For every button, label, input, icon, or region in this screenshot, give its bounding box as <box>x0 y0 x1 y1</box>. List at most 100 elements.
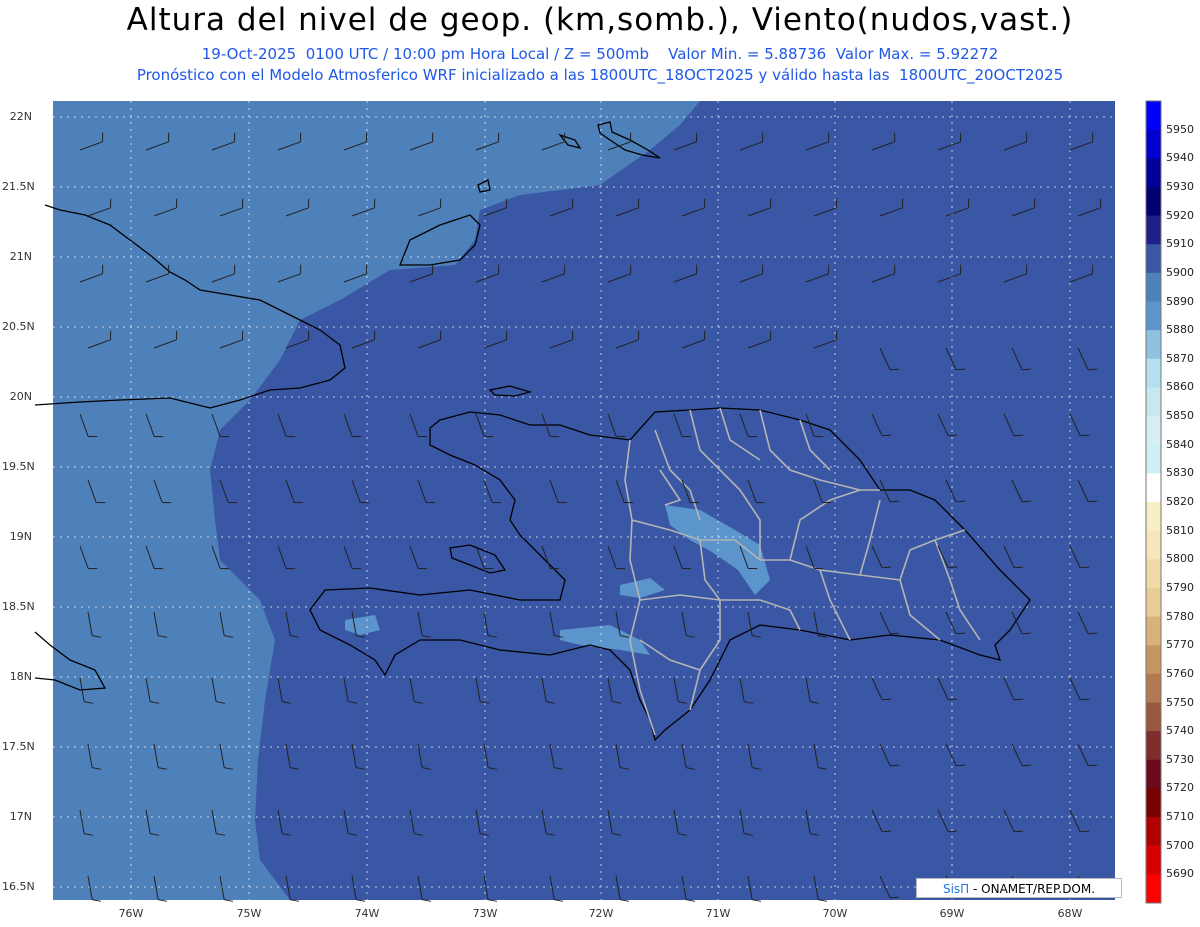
colorbar-swatch <box>1146 587 1161 618</box>
colorbar-swatch <box>1146 272 1161 302</box>
wind-barb-flag <box>890 500 900 503</box>
wind-barb-flag <box>1022 764 1032 767</box>
lon-label: 71W <box>705 907 731 920</box>
colorbar-swatch <box>1146 158 1161 188</box>
wind-barb-flag <box>890 368 900 371</box>
colorbar-label: 5790 <box>1166 580 1194 594</box>
forecast-map <box>34 100 1162 904</box>
wind-barb-flag <box>1014 566 1024 569</box>
colorbar-swatch <box>1146 101 1161 131</box>
wind-barb-flag <box>948 698 958 701</box>
lon-label: 76W <box>118 907 144 920</box>
lat-label: 19N <box>9 530 32 543</box>
wind-barb-flag <box>948 830 958 833</box>
colorbar-swatch <box>1146 702 1161 732</box>
lat-label: 20N <box>9 390 32 403</box>
lon-label: 70W <box>822 907 848 920</box>
wind-barb-flag <box>1080 566 1090 569</box>
colorbar-swatch <box>1146 301 1161 331</box>
colorbar-label: 5940 <box>1166 151 1194 165</box>
lon-label: 74W <box>354 907 380 920</box>
colorbar-label: 5910 <box>1166 237 1194 251</box>
credit-text: - ONAMET/REP.DOM. <box>969 882 1096 896</box>
lon-label: 72W <box>588 907 614 920</box>
lat-label: 18N <box>9 670 32 683</box>
colorbar-label: 5930 <box>1166 179 1194 193</box>
wind-barb-flag <box>1088 764 1098 767</box>
colorbar-label: 5740 <box>1166 724 1194 738</box>
colorbar-swatch <box>1146 330 1161 360</box>
colorbar-swatch <box>1146 759 1161 789</box>
wind-barb-flag <box>882 434 892 437</box>
colorbar-swatch <box>1146 244 1161 274</box>
wind-barb-flag <box>1088 632 1098 635</box>
colorbar-label: 5860 <box>1166 380 1194 394</box>
colorbar-label: 5900 <box>1166 265 1194 279</box>
credit-brand: SisΠ <box>942 882 970 896</box>
lon-label: 68W <box>1057 907 1083 920</box>
colorbar-swatch <box>1146 845 1161 875</box>
map-title: Altura del nivel de geop. (km,somb.), Vi… <box>126 2 1074 38</box>
wind-barb-flag <box>890 632 900 635</box>
wind-barb-flag <box>1022 500 1032 503</box>
colorbar-swatch <box>1146 129 1161 159</box>
lat-label: 17.5N <box>2 740 35 753</box>
colorbar-label: 5870 <box>1166 351 1194 365</box>
colorbar-swatch <box>1146 874 1161 904</box>
colorbar-swatch <box>1146 416 1161 446</box>
lon-label: 73W <box>472 907 498 920</box>
colorbar-swatch <box>1146 215 1161 245</box>
wind-barb-flag <box>956 764 966 767</box>
colorbar-swatch <box>1146 530 1161 560</box>
wind-barb-flag <box>1014 830 1024 833</box>
colorbar-swatch <box>1146 387 1161 417</box>
colorbar-label: 5800 <box>1166 552 1194 566</box>
lat-label: 21N <box>9 250 32 263</box>
credit-box: SisΠ - ONAMET/REP.DOM. <box>916 878 1122 898</box>
lon-label: 75W <box>236 907 262 920</box>
colorbar-label: 5690 <box>1166 867 1194 881</box>
colorbar-label: 5880 <box>1166 323 1194 337</box>
wind-barb-flag <box>1022 368 1032 371</box>
wind-barb-flag <box>1080 698 1090 701</box>
wind-barb-flag <box>890 764 900 767</box>
lat-label: 19.5N <box>2 460 35 473</box>
wind-barb-flag <box>956 632 966 635</box>
wind-barb-flag <box>948 566 958 569</box>
lon-label: 69W <box>939 907 965 920</box>
colorbar-label: 5840 <box>1166 437 1194 451</box>
colorbar-swatch <box>1146 502 1161 532</box>
wind-barb-flag <box>1014 434 1024 437</box>
colorbar-label: 5890 <box>1166 294 1194 308</box>
lat-label: 22N <box>9 110 32 123</box>
colorbar-label: 5780 <box>1166 609 1194 623</box>
colorbar-label: 5820 <box>1166 495 1194 508</box>
colorbar-label: 5700 <box>1166 838 1194 852</box>
lat-label: 21.5N <box>2 180 35 193</box>
lat-label: 20.5N <box>2 320 35 333</box>
colorbar-swatch <box>1146 358 1161 388</box>
colorbar-swatch <box>1146 186 1161 217</box>
lat-label: 18.5N <box>2 600 35 613</box>
colorbar <box>1145 100 1162 904</box>
wind-barb-flag <box>1014 698 1024 701</box>
colorbar-swatch <box>1146 645 1161 675</box>
wind-barb-flag <box>956 368 966 371</box>
wind-barb-flag <box>1022 632 1032 635</box>
colorbar-label: 5710 <box>1166 810 1194 824</box>
wind-barb-flag <box>890 896 900 899</box>
valid-time-subtitle: 19-Oct-2025 0100 UTC / 10:00 pm Hora Loc… <box>201 45 999 63</box>
colorbar-swatch <box>1146 673 1161 703</box>
colorbar-label: 5830 <box>1166 466 1194 480</box>
wind-barb-flag <box>1080 434 1090 437</box>
colorbar-label: 5750 <box>1166 695 1194 709</box>
colorbar-label: 5760 <box>1166 666 1194 680</box>
colorbar-swatch <box>1146 473 1161 503</box>
colorbar-label: 5810 <box>1166 523 1194 537</box>
colorbar-label: 5770 <box>1166 638 1194 652</box>
colorbar-swatch <box>1146 817 1161 847</box>
colorbar-label: 5920 <box>1166 208 1194 222</box>
colorbar-label: 5950 <box>1166 122 1194 136</box>
colorbar-swatch <box>1146 616 1161 646</box>
lat-label: 16.5N <box>2 880 35 893</box>
